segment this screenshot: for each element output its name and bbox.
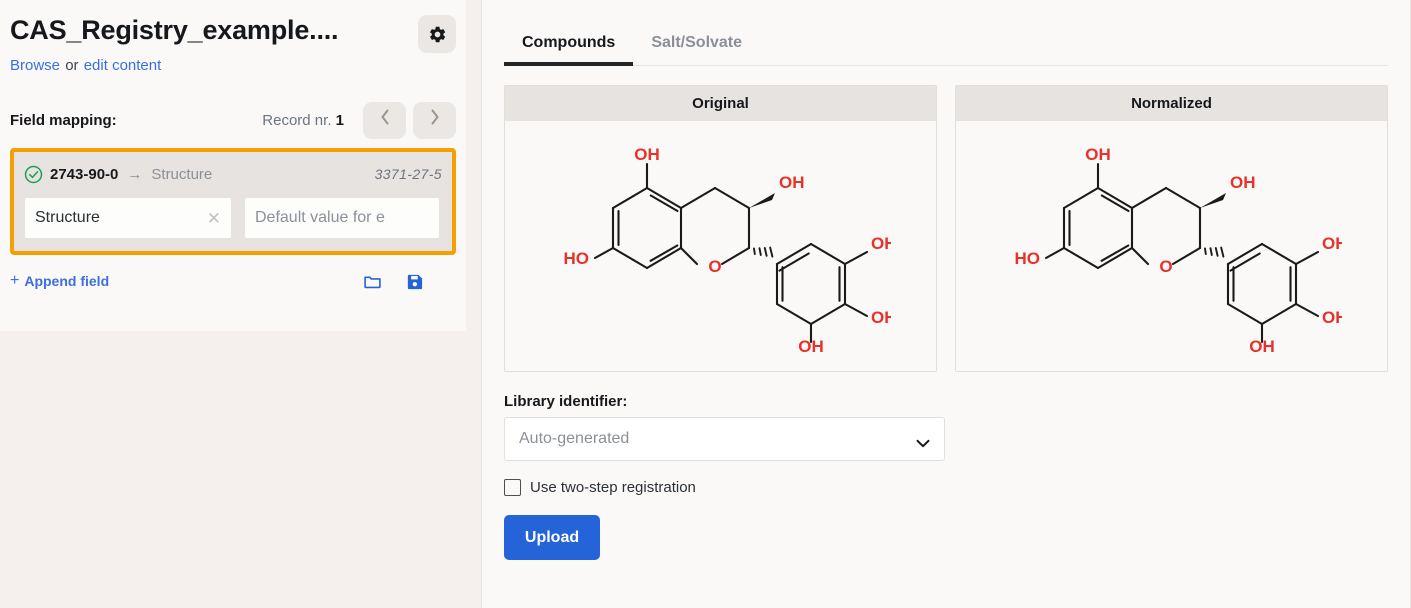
atom-label-oh-c3: OH: [1230, 173, 1256, 192]
browse-link[interactable]: Browse: [10, 57, 60, 74]
molecule-diagram-original: O OH HO OH OH OH OH: [551, 136, 891, 356]
structure-original-image: O OH HO OH OH OH OH: [505, 121, 936, 371]
atom-label-ho-a7: HO: [563, 249, 589, 268]
sidebar-card: CAS_Registry_example.... Browse or edit …: [0, 0, 466, 331]
chevron-down-icon: [916, 435, 930, 444]
sidebar-links: Browse or edit content: [10, 57, 456, 74]
mapping-actions: [363, 272, 456, 291]
mapping-arrow-icon: →: [125, 166, 144, 183]
atom-label-oh-b3: OH: [871, 234, 891, 253]
save-icon[interactable]: [405, 272, 424, 291]
mapping-default-value-input[interactable]: Default value for e: [244, 197, 440, 239]
main-content: Compounds Salt/Solvate Original: [481, 0, 1411, 608]
sidebar: CAS_Registry_example.... Browse or edit …: [0, 0, 466, 608]
append-field-button[interactable]: + Append field: [10, 272, 109, 290]
append-row: + Append field: [10, 269, 456, 293]
molecule-diagram-normalized: O OH HO OH OH OH OH: [1002, 136, 1342, 356]
settings-button[interactable]: [418, 15, 456, 53]
atom-label-oh-b4: OH: [1322, 308, 1342, 327]
atom-label-o: O: [708, 257, 721, 276]
two-step-registration-label: Use two-step registration: [530, 479, 696, 496]
library-identifier-label: Library identifier:: [504, 393, 1388, 410]
chevron-left-icon: [379, 108, 391, 132]
record-counter-value: 1: [336, 112, 344, 129]
atom-label-oh-b5: OH: [1249, 337, 1275, 356]
hash-bond: [754, 248, 772, 257]
links-separator: or: [60, 57, 84, 74]
plus-icon: +: [10, 272, 19, 290]
check-circle-icon: [24, 165, 43, 184]
tab-compounds[interactable]: Compounds: [504, 34, 633, 65]
library-identifier-value: Auto-generated: [519, 430, 629, 448]
mapping-destination-value: Structure: [151, 166, 212, 183]
mapping-field-value: Structure: [35, 209, 100, 227]
close-icon[interactable]: ✕: [201, 210, 221, 227]
two-step-registration-row[interactable]: Use two-step registration: [504, 479, 1388, 496]
mapping-summary: 2743-90-0 → Structure 3371-27-5: [24, 161, 442, 187]
field-mapping-row-highlighted[interactable]: 2743-90-0 → Structure 3371-27-5 Structur…: [10, 148, 456, 255]
chevron-right-icon: [429, 108, 441, 132]
tab-bar: Compounds Salt/Solvate: [504, 0, 1388, 66]
append-field-label: Append field: [24, 273, 109, 289]
field-mapping-label: Field mapping:: [10, 112, 117, 129]
atom-label-oh-a5: OH: [1085, 145, 1111, 164]
record-counter-label: Record nr.: [262, 112, 331, 129]
title-row: CAS_Registry_example....: [10, 0, 456, 53]
field-mapping-header: Field mapping: Record nr. 1: [10, 100, 456, 140]
wedge-bond: [749, 193, 775, 208]
two-step-registration-checkbox[interactable]: [504, 479, 521, 496]
atom-label-ho-a7: HO: [1014, 249, 1040, 268]
structure-normalized-title: Normalized: [956, 86, 1387, 121]
wedge-bond: [1200, 193, 1226, 208]
main-panel: Compounds Salt/Solvate Original: [466, 0, 1411, 608]
atom-label-o: O: [1159, 257, 1172, 276]
record-counter: Record nr. 1: [262, 112, 356, 129]
mapping-default-placeholder: Default value for e: [255, 209, 385, 227]
hash-bond: [1205, 248, 1223, 257]
structure-normalized-image: O OH HO OH OH OH OH: [956, 121, 1387, 371]
folder-icon[interactable]: [363, 272, 382, 291]
mapping-source-value: 2743-90-0: [50, 166, 118, 183]
atom-label-oh-c3: OH: [779, 173, 805, 192]
mapping-inputs: Structure ✕ Default value for e: [24, 197, 442, 239]
atom-label-oh-b5: OH: [798, 337, 824, 356]
atom-label-oh-b4: OH: [871, 308, 891, 327]
app-root: CAS_Registry_example.... Browse or edit …: [0, 0, 1411, 608]
structure-card-normalized: Normalized: [955, 85, 1388, 372]
mapping-field-select[interactable]: Structure ✕: [24, 197, 232, 239]
upload-button[interactable]: Upload: [504, 515, 600, 560]
library-identifier-select[interactable]: Auto-generated: [504, 417, 945, 461]
next-record-button[interactable]: [413, 102, 456, 139]
structure-comparison: Original: [504, 85, 1388, 372]
atom-label-oh-a5: OH: [634, 145, 660, 164]
mapping-preview-value: 3371-27-5: [375, 166, 442, 182]
page-title: CAS_Registry_example....: [10, 14, 418, 48]
tab-salt-solvate[interactable]: Salt/Solvate: [633, 34, 760, 65]
previous-record-button[interactable]: [363, 102, 406, 139]
structure-card-original: Original: [504, 85, 937, 372]
edit-content-link[interactable]: edit content: [84, 57, 162, 74]
atom-label-oh-b3: OH: [1322, 234, 1342, 253]
gear-icon: [428, 25, 447, 44]
structure-original-title: Original: [505, 86, 936, 121]
